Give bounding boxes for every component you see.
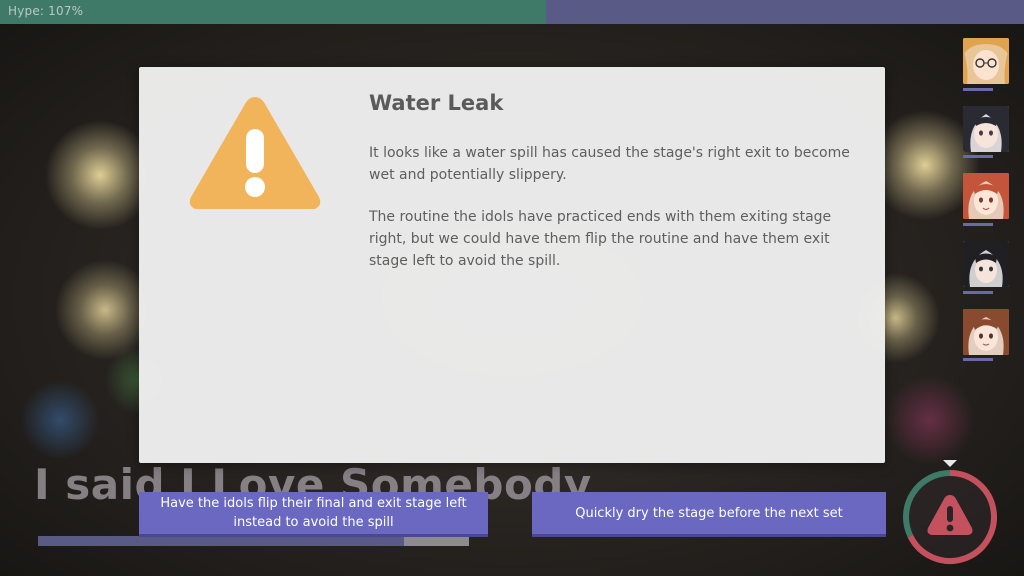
song-progress-fill xyxy=(38,536,405,546)
choice-flip-routine-button[interactable]: Have the idols flip their final and exit… xyxy=(139,492,488,534)
event-description: The routine the idols have practiced end… xyxy=(369,209,832,269)
idol-status-bar-3 xyxy=(963,223,993,226)
hype-label: Hype: 107% xyxy=(8,4,84,18)
warning-triangle-icon xyxy=(189,97,321,209)
idol-portrait-3[interactable] xyxy=(963,173,1009,219)
idol-status-bar-5 xyxy=(963,358,993,361)
event-description: It looks like a water spill has caused t… xyxy=(369,145,850,183)
idol-portrait-1[interactable] xyxy=(963,38,1009,84)
idol-portrait-4[interactable] xyxy=(963,241,1009,287)
idol-status-bar-4 xyxy=(963,291,993,294)
song-progress-bar xyxy=(38,536,469,546)
idol-portrait-5[interactable] xyxy=(963,309,1009,355)
idol-portrait-2[interactable] xyxy=(963,106,1009,152)
alert-timer-icon xyxy=(903,460,997,564)
event-title: Water Leak xyxy=(369,91,504,115)
idol-status-bar-2 xyxy=(963,155,993,158)
choice-dry-stage-button[interactable]: Quickly dry the stage before the next se… xyxy=(532,492,886,534)
game-stage: Hype: 107% I said I Love Somebody Water … xyxy=(0,0,1024,576)
idol-status-bar-1 xyxy=(963,88,993,91)
hype-meter: Hype: 107% xyxy=(0,0,1024,24)
event-dialog: Water Leak It looks like a water spill h… xyxy=(139,67,885,463)
